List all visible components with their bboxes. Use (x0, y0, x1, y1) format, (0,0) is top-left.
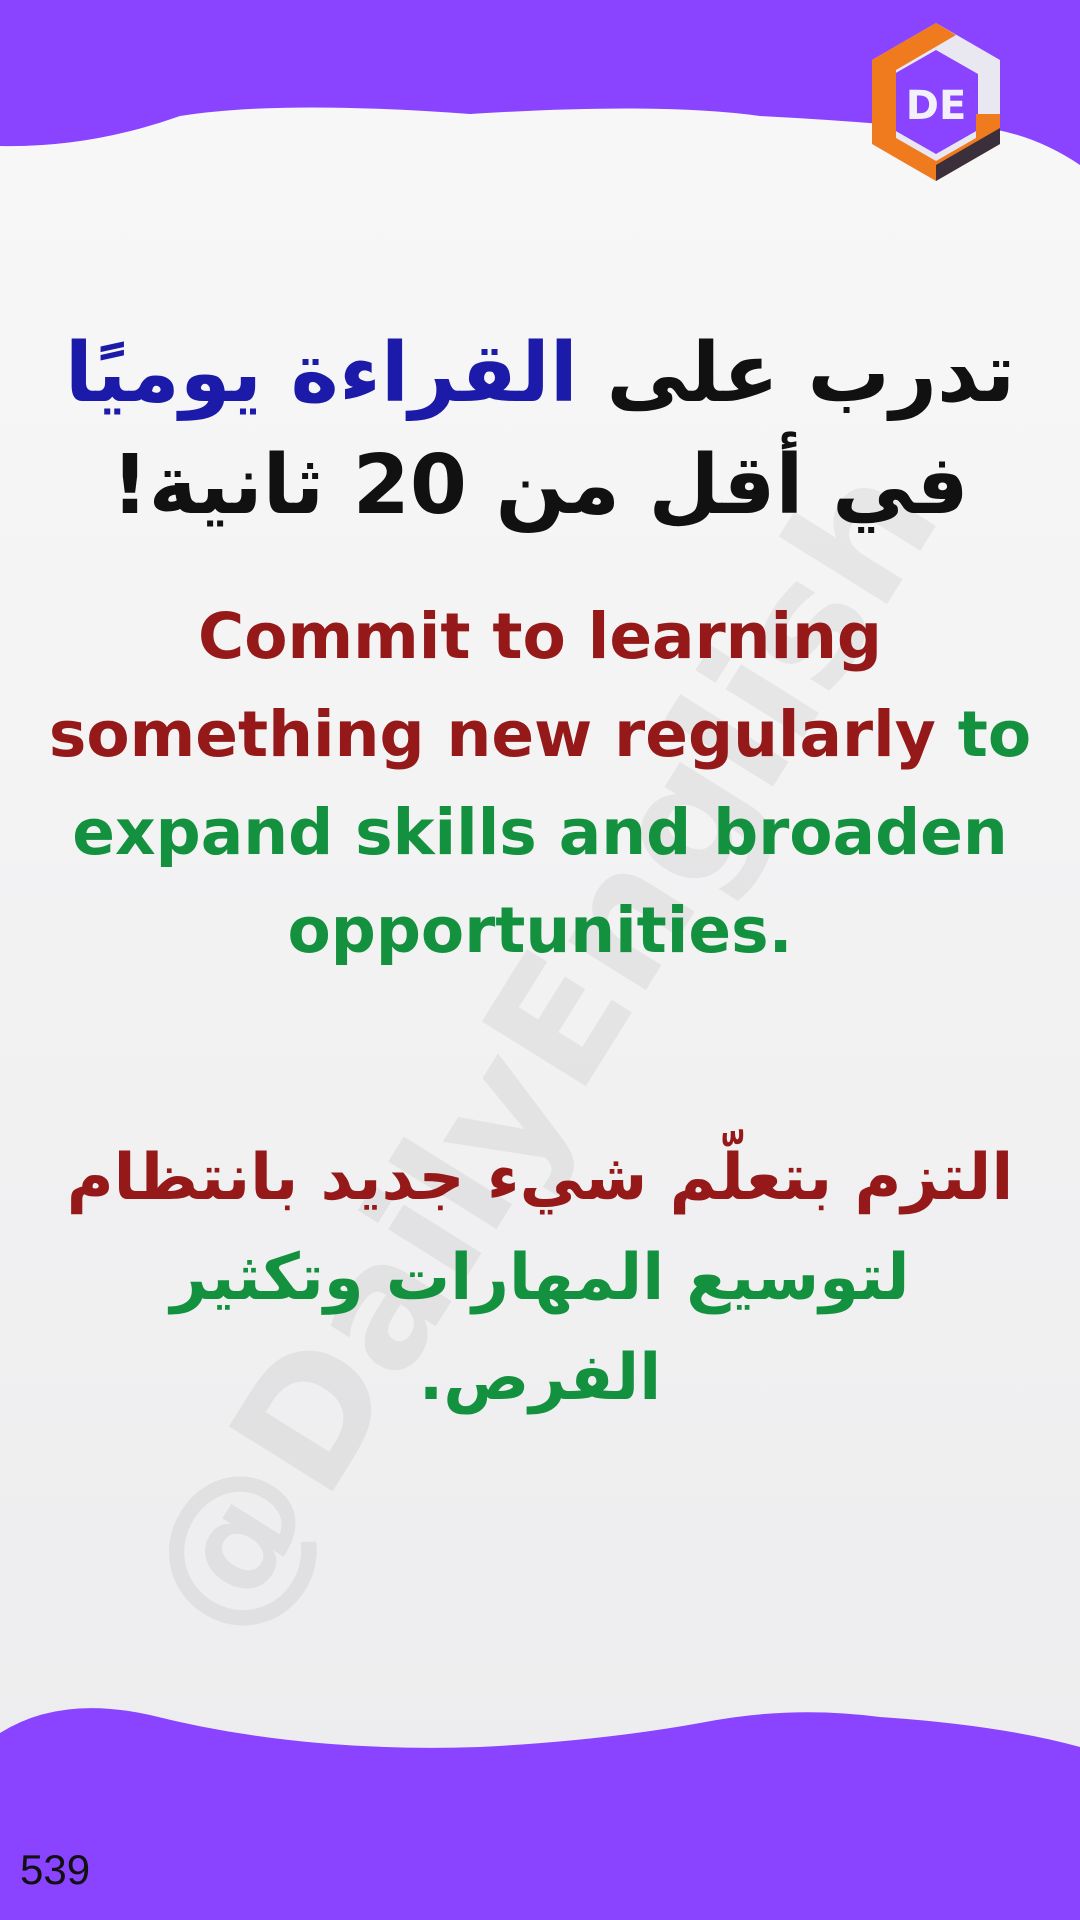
arabic-title: تدرب على القراءة يوميًا في أقل من 20 ثان… (40, 318, 1040, 542)
bottom-wave (0, 1708, 1080, 1920)
de-logo: DE (866, 18, 1006, 186)
arabic-translation-line2: لتوسيع المهارات وتكثير الفرص. (170, 1241, 910, 1415)
arabic-translation: التزم بتعلّم شيء جديد بانتظام لتوسيع الم… (40, 1128, 1040, 1428)
english-sentence-red: Commit to learning something new regular… (48, 600, 936, 771)
arabic-title-part2: في أقل من 20 ثانية! (111, 438, 969, 533)
arabic-title-part1: تدرب على (577, 326, 1016, 421)
logo-text: DE (906, 83, 967, 129)
hexagon-logo-icon: DE (872, 23, 1000, 181)
page-number: 539 (20, 1846, 91, 1893)
arabic-translation-line1: التزم بتعلّم شيء جديد بانتظام (66, 1141, 1014, 1215)
arabic-title-highlight: القراءة يوميًا (64, 326, 578, 421)
english-sentence: Commit to learning something new regular… (40, 588, 1040, 980)
